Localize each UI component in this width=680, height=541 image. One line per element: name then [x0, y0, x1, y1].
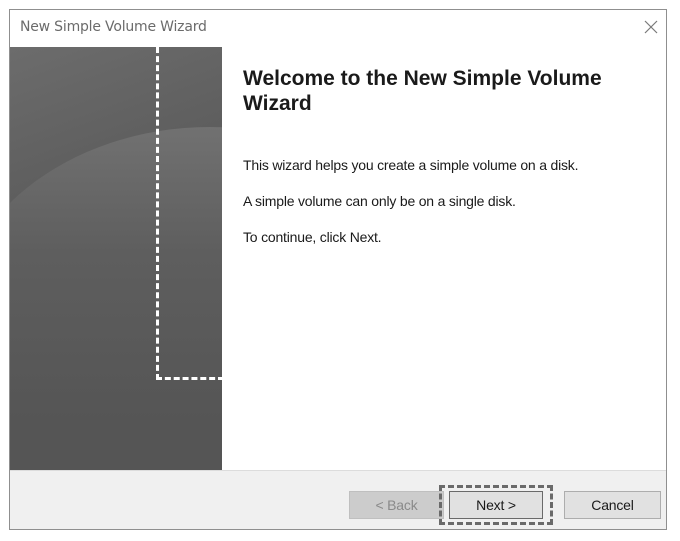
wizard-window: New Simple Volume Wizard Welcome to the …: [9, 9, 667, 530]
back-button[interactable]: < Back: [349, 491, 444, 519]
window-title: New Simple Volume Wizard: [20, 19, 207, 35]
wizard-content: Welcome to the New Simple Volume Wizard …: [222, 47, 666, 470]
close-icon: [644, 20, 658, 34]
close-button[interactable]: [638, 14, 664, 40]
cancel-button[interactable]: Cancel: [564, 491, 661, 519]
wizard-footer: < Back Next > Cancel: [10, 470, 666, 529]
wizard-sidebar-banner: [10, 47, 222, 470]
title-bar[interactable]: New Simple Volume Wizard: [10, 10, 666, 46]
sidebar-highlight-marker: [156, 47, 222, 380]
description-line-1: This wizard helps you create a simple vo…: [243, 157, 579, 173]
description-line-3: To continue, click Next.: [243, 229, 382, 245]
next-button[interactable]: Next >: [449, 491, 543, 519]
wizard-heading: Welcome to the New Simple Volume Wizard: [243, 67, 602, 115]
description-line-2: A simple volume can only be on a single …: [243, 193, 516, 209]
